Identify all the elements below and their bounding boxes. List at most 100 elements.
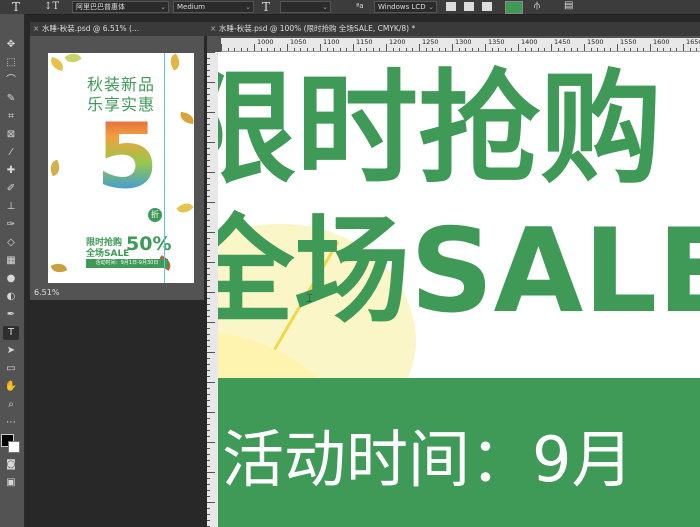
font-size-field[interactable]: ⌄ (280, 1, 331, 13)
ruler-tick-mark (459, 48, 460, 51)
document-canvas[interactable]: 限时抢购 全场SALE 活动时间：9月 ⌶ (218, 52, 700, 527)
background-color-swatch[interactable] (8, 441, 20, 453)
ruler-tick-mark (207, 220, 210, 221)
ruler-tick-mark (610, 48, 611, 51)
ruler-tick-mark (379, 48, 380, 51)
align-left-button[interactable] (446, 2, 456, 11)
poster-discount-badge: 折 (148, 208, 162, 222)
ruler-tick-mark (207, 388, 210, 389)
ruler-tick-mark (207, 124, 210, 125)
frame-tool-icon[interactable]: ⊠ (3, 128, 19, 142)
ruler-tick-mark (207, 280, 210, 281)
rectangle-tool-icon[interactable]: ▭ (3, 362, 19, 376)
zoom-level[interactable]: 6.51% (34, 288, 59, 297)
font-style-select[interactable]: Medium ⌄ (173, 1, 254, 13)
ruler-tick-mark (584, 44, 585, 51)
document-tab-overview[interactable]: × 水睡-秋装.psd @ 6.51% (... (30, 22, 216, 36)
type-tool-icon[interactable]: T (3, 326, 19, 340)
ruler-tick-mark (207, 472, 215, 473)
canvas-headline[interactable]: 限时抢购 (218, 64, 662, 194)
document-tab-main[interactable]: × 水睡-秋装.psd @ 100% (限时抢购 全场SALE, CMYK/8)… (207, 22, 700, 36)
ruler-tick-mark (663, 48, 664, 51)
ruler-tick-mark (419, 44, 420, 51)
horizontal-ruler[interactable]: 1000 1050 1100 1150 1200 1250 1300 1350 1400 1450… (221, 38, 700, 52)
ruler-tick-mark (207, 142, 215, 143)
text-cursor-icon: ⌶ (306, 292, 313, 305)
ruler-tick-label: 1500 (587, 38, 604, 46)
lasso-tool-icon[interactable]: ⌒ (3, 74, 19, 88)
poster-thumbnail: 秋装新品 乐享实惠 5 折 限时抢购 全场SALE 50% 活动时间：9月1日-… (48, 53, 194, 283)
ruler-tick-mark (247, 48, 248, 51)
ruler-tick-mark (577, 48, 578, 51)
guide-line (164, 53, 165, 283)
ruler-tick-mark (525, 48, 526, 51)
close-icon[interactable]: × (210, 22, 216, 36)
eraser-tool-icon[interactable]: ◇ (3, 236, 19, 250)
ruler-tick-label: 1450 (554, 38, 571, 46)
leaf-decoration (64, 53, 82, 66)
crop-tool-icon[interactable]: ⌗ (3, 110, 19, 124)
ruler-tick-mark (207, 232, 215, 233)
text-color-swatch[interactable] (505, 1, 523, 14)
ruler-tick-mark (531, 48, 532, 51)
ruler-tick-mark (465, 48, 466, 51)
character-panel-icon[interactable]: ▤ (564, 0, 573, 11)
ruler-tick-mark (432, 48, 433, 51)
font-family-select[interactable]: 阿里巴巴普惠体 ⌄ (72, 1, 169, 13)
blur-tool-icon[interactable]: ● (3, 272, 19, 286)
marquee-tool-icon[interactable]: ⬚ (3, 56, 19, 70)
healing-tool-icon[interactable]: ✚ (3, 164, 19, 178)
poster-sale-line-2: 全场SALE (86, 249, 130, 259)
ruler-tick-mark (558, 48, 559, 51)
ruler-tick-mark (287, 44, 288, 51)
dodge-tool-icon[interactable]: ◐ (3, 290, 19, 304)
ruler-tick-mark (690, 48, 691, 51)
type-tool-icon[interactable]: T (12, 0, 20, 14)
ruler-tick-mark (207, 94, 210, 95)
antialias-select[interactable]: Windows LCD ⌄ (374, 1, 437, 13)
canvas-subheadline[interactable]: 全场SALE (218, 210, 700, 334)
ruler-tick-mark (207, 508, 210, 509)
history-brush-icon[interactable]: ✑ (3, 218, 19, 232)
ruler-tick-mark (207, 190, 210, 191)
align-right-button[interactable] (482, 2, 492, 11)
ruler-tick-mark (207, 148, 210, 149)
eyedropper-tool-icon[interactable]: ⁄ (3, 146, 19, 160)
align-center-button[interactable] (464, 2, 474, 11)
orientation-toggle-icon[interactable]: ↕T (44, 0, 59, 14)
ruler-tick-mark (492, 48, 493, 51)
ruler-tick-label: 1550 (620, 38, 637, 46)
close-icon[interactable]: × (33, 22, 39, 36)
ruler-tick-mark (207, 52, 215, 53)
ruler-tick-mark (207, 292, 215, 293)
ruler-tick-mark (207, 340, 210, 341)
ruler-tick-mark (207, 298, 210, 299)
ruler-tick-mark (207, 490, 210, 491)
brush-tool-icon[interactable]: ✐ (3, 182, 19, 196)
more-tools-icon[interactable]: ⋯ (3, 416, 19, 430)
hand-tool-icon[interactable]: ✋ (3, 380, 19, 394)
screen-mode-icon[interactable]: ▣ (3, 476, 19, 490)
quick-mask-icon[interactable]: ◙ (3, 458, 19, 472)
clone-stamp-tool-icon[interactable]: ⊥ (3, 200, 19, 214)
ruler-tick-mark (207, 286, 210, 287)
font-size-icon: T (262, 0, 271, 14)
pen-tool-icon[interactable]: ✒ (3, 308, 19, 322)
zoom-tool-icon[interactable]: ⌕ (3, 398, 19, 412)
ruler-tick-mark (207, 178, 210, 179)
ruler-tick-mark (221, 44, 222, 51)
ruler-tick-mark (412, 48, 413, 51)
ruler-tick-mark (511, 48, 512, 51)
warp-text-icon[interactable]: ⫛ (534, 0, 540, 11)
ruler-tick-mark (538, 48, 539, 51)
gradient-tool-icon[interactable]: ▦ (3, 254, 19, 268)
antialias-value: Windows LCD (378, 3, 426, 11)
ruler-tick-mark (630, 48, 631, 51)
ruler-tick-mark (261, 48, 262, 51)
ruler-tick-mark (254, 44, 255, 51)
event-time-text[interactable]: 活动时间：9月 (222, 424, 633, 496)
move-tool-icon[interactable]: ✥ (3, 38, 19, 52)
path-select-tool-icon[interactable]: ➤ (3, 344, 19, 358)
ruler-tick-mark (657, 48, 658, 51)
quick-select-tool-icon[interactable]: ✎ (3, 92, 19, 106)
